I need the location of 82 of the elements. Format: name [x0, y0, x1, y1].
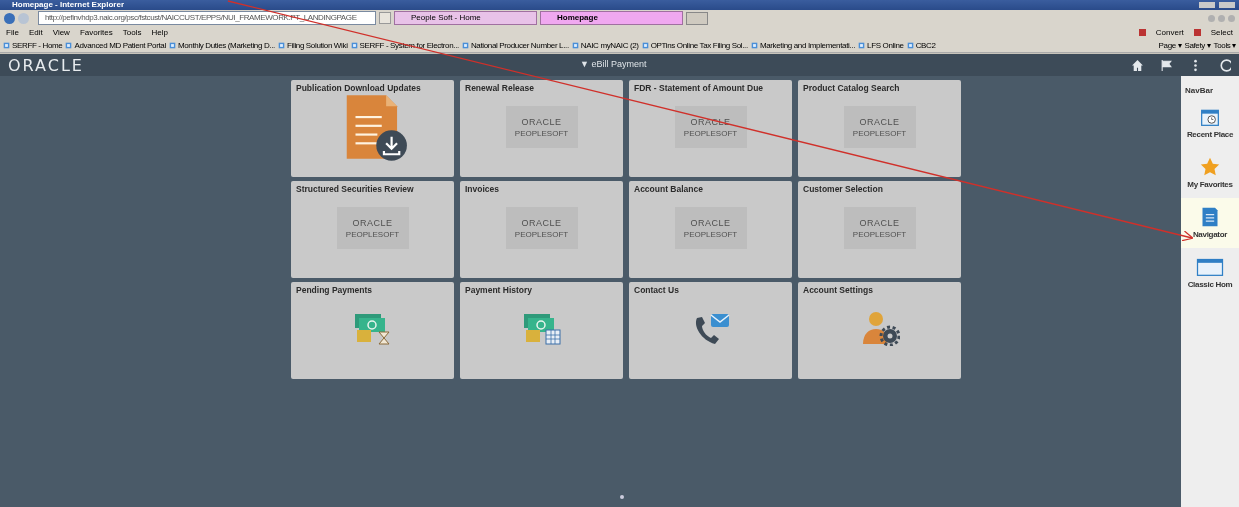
go-button[interactable]: [379, 12, 391, 24]
tile[interactable]: Invoices ORACLE PEOPLESOFT: [460, 181, 623, 278]
oracle-peoplesoft-logo: ORACLE PEOPLESOFT: [843, 106, 916, 148]
navbar-item[interactable]: Navigator: [1181, 198, 1239, 248]
oracle-peoplesoft-logo: ORACLE PEOPLESOFT: [505, 207, 578, 249]
tile-title: Renewal Release: [464, 82, 535, 95]
tile[interactable]: Structured Securities Review ORACLE PEOPLESOFT: [291, 181, 454, 278]
navbar-title: NavBar: [1184, 85, 1214, 97]
page-icon: [3, 41, 10, 49]
page-icon: [750, 41, 758, 49]
page-icon: [278, 41, 285, 49]
tile-title: Product Catalog Search: [802, 82, 901, 95]
page-icon: [168, 41, 176, 49]
command-icon: [1193, 28, 1201, 36]
navbar-item[interactable]: My Favorites: [1181, 148, 1239, 198]
tile-title: Publication Download Updates: [295, 82, 422, 95]
oracle-peoplesoft-logo: ORACLE PEOPLESOFT: [336, 207, 409, 249]
window-title: Homepage - Internet Explorer: [12, 0, 125, 10]
menu-item[interactable]: Help: [151, 27, 168, 37]
command-button[interactable]: Select: [1210, 27, 1233, 37]
tile-title: Structured Securities Review: [295, 183, 415, 196]
page-icon: [461, 41, 469, 49]
browser-tab[interactable]: People Soft - Home: [394, 11, 537, 25]
oracle-peoplesoft-logo: ORACLE PEOPLESOFT: [843, 207, 916, 249]
tile-title: Customer Selection: [802, 183, 884, 196]
favorite-link[interactable]: SERFF - Home: [12, 40, 63, 50]
tile-title: Contact Us: [633, 284, 680, 297]
tile-title: Account Settings: [802, 284, 874, 297]
page-icon: [906, 41, 914, 49]
tile-title: Pending Payments: [295, 284, 374, 297]
navbar-item[interactable]: Recent Place: [1181, 98, 1239, 148]
tile-title: FDR - Statement of Amount Due: [633, 82, 765, 95]
document-icon: [1200, 207, 1220, 227]
browser-tab[interactable]: Homepage: [540, 11, 683, 25]
page-icon: [571, 41, 579, 49]
page-title[interactable]: ▼ eBill Payment: [580, 59, 647, 69]
tile[interactable]: Customer Selection ORACLE PEOPLESOFT: [798, 181, 961, 278]
oracle-peoplesoft-logo: ORACLE PEOPLESOFT: [674, 207, 747, 249]
page-icon: [858, 41, 866, 49]
tile-title: Payment History: [464, 284, 534, 297]
tile[interactable]: Payment History: [460, 282, 623, 379]
page-icon: [350, 41, 358, 49]
tile[interactable]: Account Settings: [798, 282, 961, 379]
tile-title: Invoices: [464, 183, 501, 196]
favorite-link[interactable]: Filing Solution Wiki: [287, 40, 348, 50]
window-icon: [1196, 257, 1224, 277]
oracle-peoplesoft-logo: ORACLE PEOPLESOFT: [505, 106, 578, 148]
tile[interactable]: Product Catalog Search ORACLE PEOPLESOFT: [798, 80, 961, 177]
navbar-icon[interactable]: [1218, 58, 1231, 72]
flag-icon[interactable]: [1160, 58, 1173, 72]
favorite-link[interactable]: National Producer Number L...: [470, 40, 569, 50]
favorite-link[interactable]: Marketing and Implementati...: [759, 40, 856, 50]
tile[interactable]: Pending Payments: [291, 282, 454, 379]
favorite-link[interactable]: NAIC myNAIC (2): [580, 40, 639, 50]
favorite-link[interactable]: CBC2: [915, 40, 936, 50]
navbar-item[interactable]: Classic Hom: [1181, 248, 1239, 298]
command-button[interactable]: Safety ▾: [1184, 40, 1211, 50]
oracle-logo: ORACLE: [8, 55, 84, 75]
back-button[interactable]: [4, 12, 15, 24]
page-indicator: [620, 495, 624, 499]
page-icon: [65, 41, 73, 49]
calendar-clock-icon: [1200, 107, 1220, 127]
tile-title: Account Balance: [633, 183, 704, 196]
menu-item[interactable]: View: [52, 27, 70, 37]
menu-item[interactable]: File: [6, 27, 19, 37]
favorite-link[interactable]: Advanced MD Patient Portal: [74, 40, 166, 50]
favorite-link[interactable]: LFS Online: [867, 40, 904, 50]
command-button[interactable]: Convert: [1155, 27, 1184, 37]
tile[interactable]: Account Balance ORACLE PEOPLESOFT: [629, 181, 792, 278]
command-button[interactable]: Page ▾: [1158, 40, 1182, 50]
favorite-link[interactable]: Monthly Duties (Marketing D...: [177, 40, 275, 50]
page-icon: [641, 41, 649, 49]
tile[interactable]: Publication Download Updates: [291, 80, 454, 177]
tile[interactable]: Renewal Release ORACLE PEOPLESOFT: [460, 80, 623, 177]
tile[interactable]: Contact Us: [629, 282, 792, 379]
menu-item[interactable]: Favorites: [79, 27, 113, 37]
favorite-link[interactable]: OPTins Online Tax Filing Sol...: [650, 40, 748, 50]
menu-item[interactable]: Edit: [28, 27, 43, 37]
new-tab-button[interactable]: [686, 11, 708, 25]
command-icon: [1138, 28, 1146, 36]
command-button[interactable]: Tools ▾: [1213, 40, 1236, 50]
menu-item[interactable]: Tools: [122, 27, 142, 37]
